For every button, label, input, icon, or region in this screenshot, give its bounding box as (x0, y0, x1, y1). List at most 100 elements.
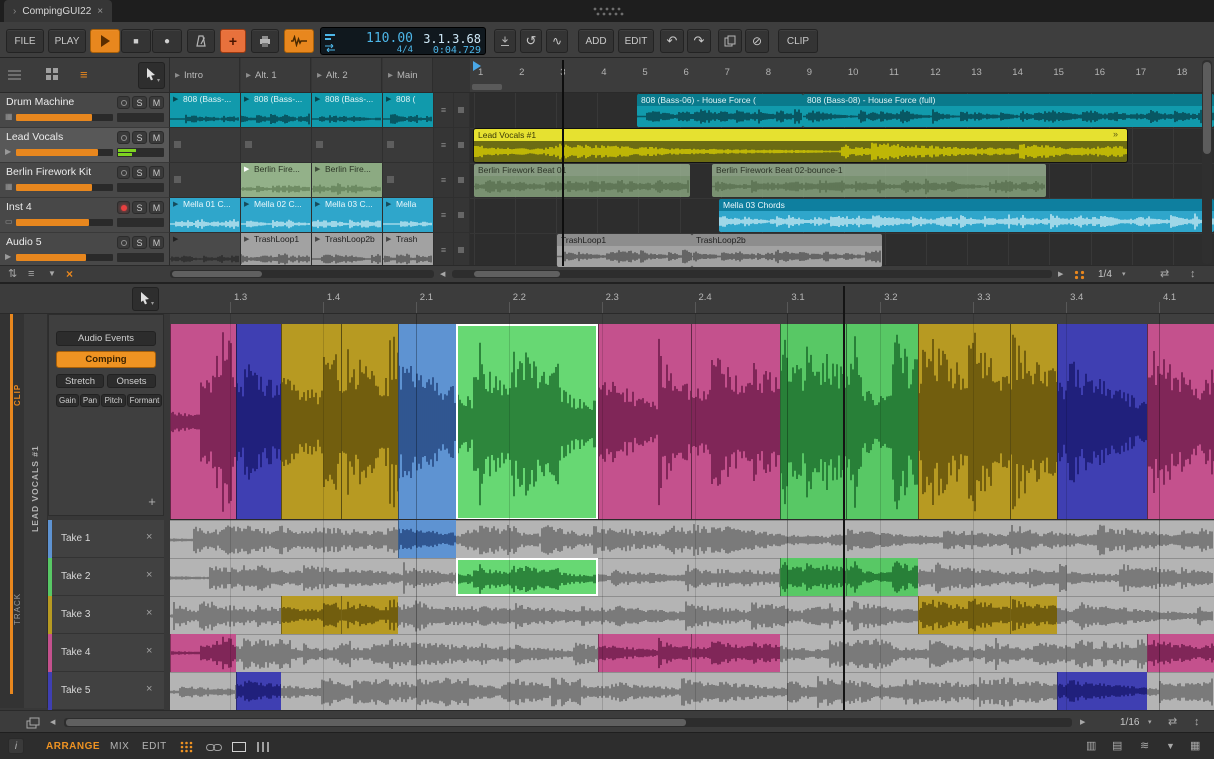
take-selection-take-2[interactable] (456, 558, 598, 596)
clip-menu-icon[interactable]: ≡ (434, 233, 453, 267)
deactivate-button[interactable]: ⊘ (745, 29, 769, 53)
vertical-zoom-icon[interactable]: ↕ (1190, 269, 1196, 280)
clip-menu-icon[interactable]: ≡ (434, 163, 453, 197)
mute-button[interactable]: M (149, 236, 164, 249)
comp-section-take-2[interactable] (780, 324, 846, 520)
arranger-tool-button[interactable]: ▾ (138, 62, 165, 89)
editor-scrollbar[interactable] (64, 718, 1072, 727)
solo-button[interactable]: S (132, 131, 147, 144)
scene-header-alt-2[interactable]: ▶Alt. 2 (312, 58, 382, 92)
clip-play-icon[interactable]: ▶ (315, 165, 320, 173)
record-button[interactable]: ● (152, 29, 182, 53)
clip-play-icon[interactable]: ▶ (244, 200, 249, 208)
grid-caret-icon[interactable]: ▾ (1122, 271, 1126, 278)
mute-button[interactable]: M (149, 96, 164, 109)
launcher-cell[interactable] (170, 128, 240, 162)
launcher-clip-808-bass[interactable]: ▶808 (Bass-... (312, 93, 382, 127)
arranger-clip-808-bass-06-house-force[interactable]: 808 (Bass-06) - House Force ( (637, 94, 803, 127)
clip-play-icon[interactable]: ▶ (173, 200, 178, 208)
launcher-clip-trashloop2b[interactable]: ▶TrashLoop2b (312, 233, 382, 267)
ruler-zoom-scrollbar[interactable] (472, 84, 502, 90)
clear-icon[interactable]: × (66, 268, 73, 280)
comp-section-take-2[interactable] (846, 324, 918, 520)
record-arm-button[interactable] (117, 236, 130, 249)
arranger-playhead[interactable] (562, 60, 564, 266)
take-lane-take-2[interactable] (170, 558, 1214, 596)
take-label-row-take-2[interactable]: Take 2× (48, 558, 164, 596)
take-label-row-take-4[interactable]: Take 4× (48, 634, 164, 672)
grid-caret-icon[interactable]: ▾ (1148, 719, 1152, 726)
arranger-lanes[interactable]: 808 (Bass-06) - House Force (808 (Bass-0… (470, 93, 1214, 268)
pitch-button[interactable]: Pitch (101, 394, 126, 407)
mute-button[interactable]: M (149, 131, 164, 144)
vertical-zoom-icon[interactable]: ↕ (1194, 717, 1200, 728)
comping-button[interactable]: Comping (56, 351, 156, 368)
stretch-button[interactable]: Stretch (56, 374, 104, 388)
take-selection-take-2[interactable] (780, 558, 846, 596)
solo-button[interactable]: S (132, 96, 147, 109)
automation-panel-button[interactable]: ≋ (1140, 741, 1149, 752)
clip-play-icon[interactable]: ▶ (386, 95, 391, 103)
file-menu-button[interactable]: FILE (6, 29, 44, 53)
comp-section-take-4[interactable] (598, 324, 691, 520)
arranger-timeline-ruler[interactable]: 123456789101112131415161718 (470, 58, 1214, 93)
take-selection-take-4[interactable] (1147, 634, 1214, 672)
arranger-clip-808-bass-08-house-force-full[interactable]: 808 (Bass-08) - House Force (full) (803, 94, 1214, 127)
take-selection-take-3[interactable] (1010, 596, 1057, 634)
clip-play-icon[interactable]: ▶ (386, 200, 391, 208)
clip-play-icon[interactable]: ▶ (315, 200, 320, 208)
tab-arrange[interactable]: ARRANGE (46, 741, 100, 752)
comping-editor-area[interactable] (170, 314, 1214, 710)
clip-play-icon[interactable]: ▶ (386, 235, 391, 243)
launcher-clip-berlin-fire[interactable]: ▶Berlin Fire... (241, 163, 311, 197)
playstart-marker-icon[interactable] (473, 61, 481, 71)
record-arm-button[interactable] (117, 96, 130, 109)
time-value[interactable]: 0:04.729 (417, 45, 481, 56)
stop-button[interactable]: ■ (121, 29, 151, 53)
clip-menu-button[interactable]: CLIP (778, 29, 818, 53)
clip-play-icon[interactable]: ▶ (173, 95, 178, 103)
take-selection-take-5[interactable] (236, 672, 281, 710)
editor-timeline-ruler[interactable]: 1.31.42.12.22.32.43.13.23.33.44.1 (170, 284, 1214, 314)
duplicate-button[interactable] (718, 29, 742, 53)
launcher-clip-mella-02-c[interactable]: ▶Mella 02 C... (241, 198, 311, 232)
scroll-left-icon[interactable]: ◀ (440, 271, 445, 278)
gain-button[interactable]: Gain (56, 394, 79, 407)
solo-button[interactable]: S (132, 201, 147, 214)
tab-mix[interactable]: MIX (110, 741, 129, 752)
comp-section-take-3[interactable] (1010, 324, 1057, 520)
take-selection-take-1[interactable] (398, 520, 456, 558)
take-selection-take-3[interactable] (281, 596, 341, 634)
arranger-vertical-scrollbar[interactable] (1202, 60, 1212, 264)
solo-button[interactable]: S (132, 166, 147, 179)
groove-dots-icon[interactable] (1074, 270, 1086, 280)
info-button[interactable]: i (8, 738, 24, 754)
follow-icon[interactable]: ▼ (48, 270, 56, 278)
window-tab[interactable]: › CompingGUI22 × (4, 0, 112, 22)
scene-header-intro[interactable]: ▶Intro (170, 58, 240, 92)
editor-grid-value[interactable]: 1/16 (1120, 717, 1139, 728)
take-remove-button[interactable]: × (146, 569, 152, 581)
launcher-cell[interactable] (241, 128, 311, 162)
track-list-view-icon[interactable] (8, 69, 22, 81)
track-stop-button[interactable] (454, 93, 469, 127)
launcher-clip-trashloop1[interactable]: ▶TrashLoop1 (241, 233, 311, 267)
scene-header-main[interactable]: ▶Main (383, 58, 433, 92)
track-stop-button[interactable] (454, 163, 469, 197)
add-track-button[interactable]: ADD (578, 29, 614, 53)
clip-play-icon[interactable]: ▶ (244, 235, 249, 243)
clip-play-icon[interactable]: ▶ (173, 235, 178, 243)
scene-play-icon[interactable]: ▶ (175, 71, 180, 79)
track-header-drum-machine[interactable]: Drum Machine▦SM (0, 93, 170, 128)
arranger-clip-berlin-firework-beat-02-bounce-1[interactable]: Berlin Firework Beat 02-bounce-1 (712, 164, 1046, 197)
scene-play-icon[interactable]: ▶ (317, 71, 322, 79)
list-icon[interactable]: ≡ (28, 269, 34, 280)
comp-section-take-3[interactable] (341, 324, 398, 520)
clip-play-icon[interactable]: ▶ (244, 95, 249, 103)
launcher-clip-mella[interactable]: ▶Mella (383, 198, 433, 232)
arranger-clip-mella-03-chords[interactable]: Mella 03 Chords (719, 199, 1214, 232)
take-remove-button[interactable]: × (146, 607, 152, 619)
scrollbar-thumb[interactable] (172, 271, 262, 277)
onsets-button[interactable]: Onsets (107, 374, 156, 388)
layers-icon[interactable] (26, 717, 40, 729)
